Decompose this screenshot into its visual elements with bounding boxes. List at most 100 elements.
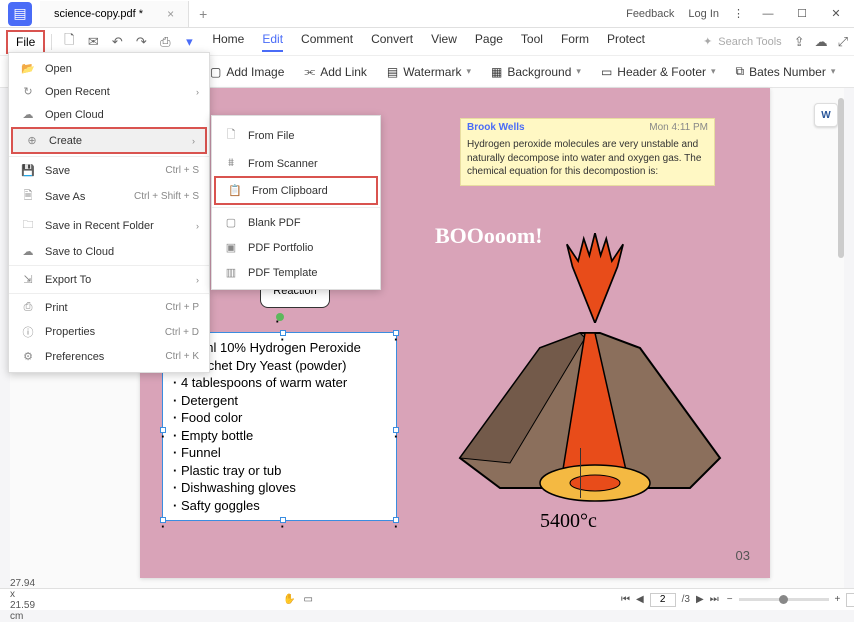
resize-handle[interactable] bbox=[393, 330, 399, 336]
tab-tool[interactable]: Tool bbox=[521, 32, 543, 52]
share-icon[interactable]: ⇪ bbox=[794, 34, 805, 50]
minimize-button[interactable]: — bbox=[758, 8, 778, 20]
more-icon[interactable]: ⋮ bbox=[733, 7, 744, 20]
hand-tool-icon[interactable]: ✋ bbox=[283, 594, 295, 605]
header-icon: ▭ bbox=[601, 65, 612, 79]
volcano-mountain-icon bbox=[450, 308, 730, 508]
mail-icon[interactable]: ✉ bbox=[82, 31, 104, 53]
list-item: Funnel bbox=[173, 444, 386, 462]
add-image-button[interactable]: ▢Add Image bbox=[210, 65, 284, 79]
list-item: Plastic tray or tub bbox=[173, 462, 386, 480]
background-icon: ▦ bbox=[491, 65, 502, 79]
search-tools[interactable]: ✦ Search Tools bbox=[703, 35, 782, 48]
resize-handle[interactable] bbox=[160, 517, 166, 523]
tab-protect[interactable]: Protect bbox=[607, 32, 645, 52]
cloud-icon[interactable]: ☁ bbox=[815, 34, 828, 50]
tab-close-icon[interactable]: × bbox=[167, 7, 174, 21]
save-icon: 💾 bbox=[19, 164, 37, 177]
header-footer-button[interactable]: ▭Header & Footer▾ bbox=[601, 65, 716, 79]
folder-icon: 📂 bbox=[19, 62, 37, 75]
search-placeholder: Search Tools bbox=[718, 36, 781, 48]
menu-properties[interactable]: ⓘPropertiesCtrl + D bbox=[9, 319, 209, 345]
feedback-link[interactable]: Feedback bbox=[626, 8, 674, 20]
list-item: Empty bottle bbox=[173, 427, 386, 445]
background-button[interactable]: ▦Background▾ bbox=[491, 65, 581, 79]
rotate-handle[interactable] bbox=[276, 313, 284, 321]
undo-icon[interactable]: ↶ bbox=[106, 31, 128, 53]
tab-convert[interactable]: Convert bbox=[371, 32, 413, 52]
tab-home[interactable]: Home bbox=[212, 32, 244, 52]
next-page-icon[interactable]: ▶ bbox=[696, 594, 704, 605]
menu-print[interactable]: ⎙PrintCtrl + P bbox=[9, 296, 209, 319]
temperature-pointer bbox=[580, 448, 581, 498]
menu-export-to[interactable]: ⇲Export To› bbox=[9, 268, 209, 291]
resize-handle[interactable] bbox=[160, 427, 166, 433]
recent-icon: ↻ bbox=[19, 85, 37, 98]
select-tool-icon[interactable]: ▭ bbox=[303, 594, 312, 605]
menu-open-cloud[interactable]: ☁Open Cloud bbox=[9, 103, 209, 126]
submenu-pdf-portfolio[interactable]: ▣PDF Portfolio bbox=[212, 235, 380, 260]
tab-edit[interactable]: Edit bbox=[262, 32, 283, 52]
close-button[interactable]: ✕ bbox=[826, 7, 846, 20]
new-tab-button[interactable]: + bbox=[189, 6, 217, 22]
export-icon: ⇲ bbox=[19, 273, 37, 286]
chevron-down-icon: ▾ bbox=[576, 66, 581, 77]
document-tab[interactable]: science-copy.pdf * × bbox=[40, 1, 189, 27]
file-dropdown-menu: 📂Open ↻Open Recent› ☁Open Cloud ⊕Create›… bbox=[8, 52, 210, 373]
zoom-in-icon[interactable]: + bbox=[835, 594, 841, 605]
last-page-icon[interactable]: ⏭ bbox=[710, 594, 719, 605]
maximize-button[interactable]: ☐ bbox=[792, 7, 812, 20]
watermark-button[interactable]: ▤Watermark▾ bbox=[387, 65, 471, 79]
save-icon[interactable]: 🗋 bbox=[58, 31, 80, 53]
zoom-thumb[interactable] bbox=[779, 595, 788, 604]
page-input[interactable] bbox=[650, 593, 676, 607]
blank-icon: ▢ bbox=[222, 216, 240, 229]
menu-save-cloud[interactable]: ☁Save to Cloud bbox=[9, 240, 209, 263]
tab-form[interactable]: Form bbox=[561, 32, 589, 52]
bates-number-button[interactable]: ⧉Bates Number▾ bbox=[736, 64, 836, 79]
zoom-slider[interactable] bbox=[739, 598, 829, 601]
submenu-pdf-template[interactable]: ▥PDF Template bbox=[212, 260, 380, 285]
page-number: 03 bbox=[736, 548, 750, 563]
tab-comment[interactable]: Comment bbox=[301, 32, 353, 52]
chevron-down-icon: ▾ bbox=[831, 66, 836, 77]
chevron-right-icon: › bbox=[192, 136, 195, 146]
menu-preferences[interactable]: ⚙PreferencesCtrl + K bbox=[9, 345, 209, 368]
redo-icon[interactable]: ↷ bbox=[130, 31, 152, 53]
menu-create[interactable]: ⊕Create› bbox=[11, 127, 207, 154]
submenu-from-scanner[interactable]: ⩩From Scanner bbox=[212, 151, 380, 176]
resize-handle[interactable] bbox=[393, 517, 399, 523]
cloud-icon: ☁ bbox=[19, 108, 37, 121]
comment-note[interactable]: Brook Wells Mon 4:11 PM Hydrogen peroxid… bbox=[460, 118, 715, 186]
tab-view[interactable]: View bbox=[431, 32, 457, 52]
info-icon: ⓘ bbox=[19, 324, 37, 340]
word-badge-icon[interactable]: W bbox=[814, 103, 838, 127]
dropdown-icon[interactable]: ▾ bbox=[178, 31, 200, 53]
tab-page[interactable]: Page bbox=[475, 32, 503, 52]
submenu-from-clipboard[interactable]: 📋From Clipboard bbox=[214, 176, 378, 205]
submenu-blank-pdf[interactable]: ▢Blank PDF bbox=[212, 210, 380, 235]
zoom-input[interactable] bbox=[846, 593, 854, 607]
login-link[interactable]: Log In bbox=[688, 8, 719, 20]
resize-handle[interactable] bbox=[280, 330, 286, 336]
resize-handle[interactable] bbox=[280, 517, 286, 523]
add-link-button[interactable]: ⫘Add Link bbox=[304, 64, 367, 79]
zoom-out-icon[interactable]: − bbox=[727, 594, 733, 605]
menu-open-recent[interactable]: ↻Open Recent› bbox=[9, 80, 209, 103]
page-dimensions: 27.94 x 21.59 cm bbox=[10, 578, 35, 622]
prev-page-icon[interactable]: ◀ bbox=[636, 594, 644, 605]
print-icon[interactable]: ⎙ bbox=[154, 31, 176, 53]
resize-handle[interactable] bbox=[393, 427, 399, 433]
menu-save[interactable]: 💾SaveCtrl + S bbox=[9, 159, 209, 182]
first-page-icon[interactable]: ⏮ bbox=[621, 594, 630, 605]
file-menu-button[interactable]: File bbox=[6, 30, 45, 54]
expand-icon[interactable]: ⤢ bbox=[838, 34, 848, 50]
wand-icon: ✦ bbox=[703, 35, 712, 48]
menu-open[interactable]: 📂Open bbox=[9, 57, 209, 80]
submenu-from-file[interactable]: 🗋From File bbox=[212, 120, 380, 151]
chevron-right-icon: › bbox=[196, 275, 199, 285]
menu-save-recent-folder[interactable]: 🗀Save in Recent Folder› bbox=[9, 211, 209, 240]
vertical-scrollbar[interactable] bbox=[838, 98, 844, 258]
cloud-up-icon: ☁ bbox=[19, 245, 37, 258]
menu-save-as[interactable]: 🗎Save AsCtrl + Shift + S bbox=[9, 182, 209, 211]
